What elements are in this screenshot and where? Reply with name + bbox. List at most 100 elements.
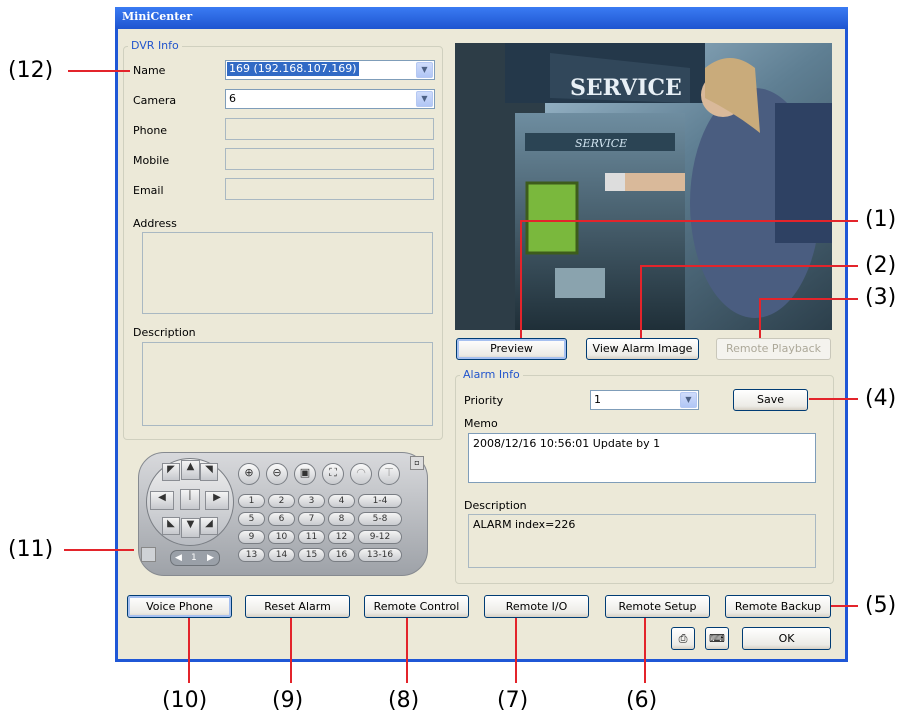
phone-field[interactable] (225, 118, 434, 140)
name-selected-value: 169 (192.168.107.169) (227, 62, 359, 76)
memo-field[interactable]: 2008/12/16 10:56:01 Update by 1 (468, 433, 816, 483)
callout-10: (10) (162, 688, 208, 713)
remote-io-button[interactable]: Remote I/O (484, 595, 589, 618)
priority-value: 1 (594, 393, 601, 406)
dvr-description-field[interactable] (142, 342, 433, 426)
page-number: 1 (191, 553, 197, 563)
remote-setup-button[interactable]: Remote Setup (605, 595, 710, 618)
callout-7: (7) (497, 688, 529, 713)
memo-text: 2008/12/16 10:56:01 Update by 1 (473, 437, 661, 450)
title-bar[interactable] (115, 7, 848, 29)
callout-3: (3) (865, 285, 897, 310)
channel-group-key[interactable]: 13-16 (358, 548, 402, 562)
camera-combo[interactable]: 6 ▼ (225, 89, 435, 109)
callout-9: (9) (272, 688, 304, 713)
callout-6-line (644, 618, 646, 683)
channel-group-key[interactable]: 1-4 (358, 494, 402, 508)
zoom-in-icon[interactable]: ⊕ (238, 463, 260, 485)
channel-key[interactable]: 16 (328, 548, 355, 562)
alarm-description-field[interactable]: ALARM index=226 (468, 514, 816, 568)
channel-key[interactable]: 8 (328, 512, 355, 526)
mobile-label: Mobile (133, 154, 170, 167)
auto-icon[interactable]: ⊤ (378, 463, 400, 485)
page-next-icon[interactable]: ▶ (207, 551, 214, 565)
reset-alarm-button[interactable]: Reset Alarm (245, 595, 350, 618)
ptz-down-left-button[interactable]: ◣ (162, 517, 180, 535)
channel-key[interactable]: 13 (238, 548, 265, 562)
print-icon[interactable]: ⎙ (671, 627, 695, 650)
page-switcher: ◀ 1 ▶ (170, 550, 220, 566)
chevron-down-icon[interactable]: ▼ (416, 91, 433, 107)
alarm-description-label: Description (464, 499, 527, 512)
name-combo[interactable]: 169 (192.168.107.169) ▼ (225, 60, 435, 80)
email-field[interactable] (225, 178, 434, 200)
phone-label: Phone (133, 124, 168, 137)
ptz-left-button[interactable]: ◀ (150, 491, 174, 510)
channel-key[interactable]: 15 (298, 548, 325, 562)
channel-key[interactable]: 10 (268, 530, 295, 544)
callout-11: (11) (8, 537, 54, 562)
email-label: Email (133, 184, 164, 197)
iris-icon[interactable]: ◠ (350, 463, 372, 485)
remote-playback-button[interactable]: Remote Playback (716, 338, 831, 360)
address-field[interactable] (142, 232, 433, 314)
callout-10-line (188, 618, 190, 683)
mobile-field[interactable] (225, 148, 434, 170)
channel-key[interactable]: 1 (238, 494, 265, 508)
view-alarm-image-button[interactable]: View Alarm Image (586, 338, 699, 360)
ok-button[interactable]: OK (742, 627, 831, 650)
window-title: MiniCenter (122, 10, 193, 23)
ptz-up-right-button[interactable]: ◥ (200, 463, 218, 481)
focus-near-icon[interactable]: ▣ (294, 463, 316, 485)
ptz-down-button[interactable]: ▼ (181, 518, 200, 538)
channel-key[interactable]: 5 (238, 512, 265, 526)
page-prev-icon[interactable]: ◀ (175, 551, 182, 565)
channel-key[interactable]: 11 (298, 530, 325, 544)
name-label: Name (133, 64, 166, 77)
chevron-down-icon[interactable]: ▼ (416, 62, 433, 78)
callout-4: (4) (865, 386, 897, 411)
address-label: Address (133, 217, 177, 230)
channel-key[interactable]: 6 (268, 512, 295, 526)
memo-label: Memo (464, 417, 498, 430)
channel-key[interactable]: 14 (268, 548, 295, 562)
channel-group-key[interactable]: 5-8 (358, 512, 402, 526)
channel-key[interactable]: 7 (298, 512, 325, 526)
ptz-right-button[interactable]: ▶ (205, 491, 229, 510)
channel-key[interactable]: 12 (328, 530, 355, 544)
focus-far-icon[interactable]: ⛶ (322, 463, 344, 485)
ptz-center-button[interactable]: ∣ (180, 489, 200, 510)
ptz-up-button[interactable]: ▲ (181, 460, 200, 480)
priority-label: Priority (464, 394, 504, 407)
camera-label: Camera (133, 94, 177, 107)
voice-phone-button[interactable]: Voice Phone (127, 595, 232, 618)
save-button[interactable]: Save (733, 389, 808, 411)
callout-4-line (809, 398, 858, 400)
camera-preview-image: SERVICE SERVICE (455, 43, 832, 330)
callout-1-line (520, 220, 522, 338)
preview-button[interactable]: Preview (456, 338, 567, 360)
channel-key[interactable]: 9 (238, 530, 265, 544)
channel-group-key[interactable]: 9-12 (358, 530, 402, 544)
callout-5: (5) (865, 593, 897, 618)
callout-6: (6) (626, 688, 658, 713)
remote-backup-button[interactable]: Remote Backup (725, 595, 831, 618)
channel-key[interactable]: 4 (328, 494, 355, 508)
chevron-down-icon[interactable]: ▼ (680, 392, 697, 408)
channel-key[interactable]: 3 (298, 494, 325, 508)
callout-3-line (759, 298, 761, 338)
zoom-out-icon[interactable]: ⊖ (266, 463, 288, 485)
ptz-menu-icon[interactable] (141, 547, 156, 562)
keyboard-icon[interactable]: ⌨ (705, 627, 729, 650)
priority-combo[interactable]: 1 ▼ (590, 390, 699, 410)
collapse-panel-icon[interactable]: ▫ (410, 456, 424, 470)
channel-key[interactable]: 2 (268, 494, 295, 508)
callout-7-line (515, 618, 517, 683)
alarm-description-text: ALARM index=226 (473, 518, 576, 531)
ptz-up-left-button[interactable]: ◤ (162, 463, 180, 481)
sign-text: SERVICE (570, 75, 682, 101)
remote-control-button[interactable]: Remote Control (364, 595, 469, 618)
callout-8: (8) (388, 688, 420, 713)
dvr-info-title: DVR Info (128, 39, 182, 52)
ptz-down-right-button[interactable]: ◢ (200, 517, 218, 535)
